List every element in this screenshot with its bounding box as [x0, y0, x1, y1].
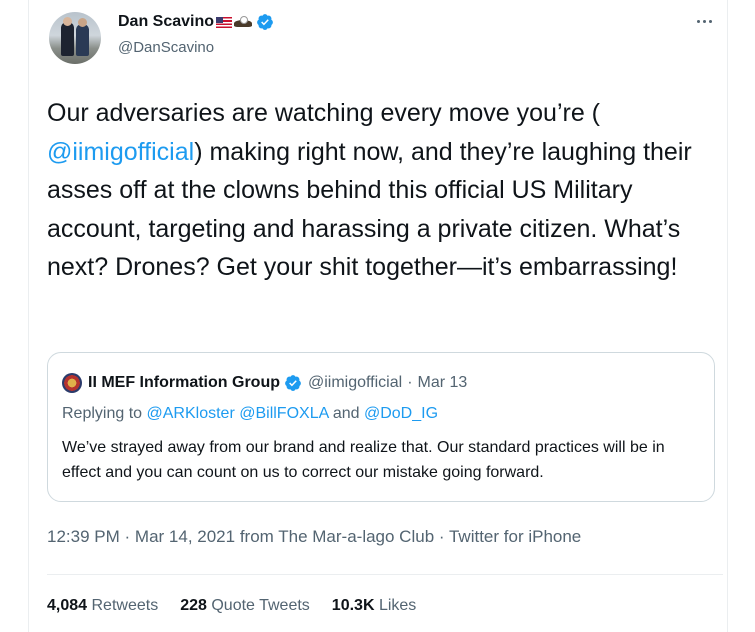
tweet-mention-link[interactable]: @iimigofficial	[47, 138, 194, 166]
tweet-location-link[interactable]: The Mar-a-lago Club	[278, 527, 434, 546]
tweet-card: Dan Scavino @DanScavino Our adversaries …	[28, 0, 728, 632]
reply-mention-billfoxla[interactable]: @BillFOXLA	[239, 405, 328, 422]
quoted-author-name[interactable]: II MEF Information Group	[88, 374, 280, 392]
tweet-time: 12:39 PM	[47, 527, 120, 546]
replying-prefix: Replying to	[62, 405, 143, 422]
quoted-tweet-date[interactable]: Mar 13	[418, 374, 468, 392]
avatar-head-left	[63, 17, 72, 26]
avatar-figure-left	[61, 22, 74, 56]
author-name-row[interactable]: Dan Scavino	[118, 13, 274, 31]
quoted-tweet-text: We’ve strayed away from our brand and re…	[62, 439, 665, 481]
tweet-client-link[interactable]: Twitter for iPhone	[449, 527, 581, 546]
us-flag-icon	[216, 16, 233, 28]
separator-dot: ·	[407, 374, 413, 391]
engagement-stats: 4,084 Retweets 228 Quote Tweets 10.3K Li…	[47, 597, 416, 615]
quote-tweets-stat[interactable]: 228 Quote Tweets	[180, 597, 310, 615]
separator-dot: ·	[438, 527, 445, 546]
avatar-figure-right	[76, 24, 89, 56]
from-text: from	[239, 527, 274, 546]
more-options-icon[interactable]	[693, 12, 715, 30]
quoted-author-handle[interactable]: @iimigofficial	[308, 374, 402, 392]
verified-badge-icon	[285, 375, 301, 391]
separator-dot: ·	[124, 527, 131, 546]
tweet-metadata: 12:39 PM · Mar 14, 2021 from The Mar-a-l…	[47, 527, 581, 547]
quoted-tweet-header: II MEF Information Group @iimigofficial …	[62, 373, 467, 393]
dot	[696, 19, 700, 23]
quote-tweets-label: Quote Tweets	[211, 597, 310, 614]
author-handle[interactable]: @DanScavino	[118, 39, 214, 56]
divider	[47, 574, 723, 575]
retweets-stat[interactable]: 4,084 Retweets	[47, 597, 158, 615]
retweets-label: Retweets	[91, 597, 159, 614]
replying-to: Replying to @ARKloster @BillFOXLA and @D…	[62, 405, 438, 423]
likes-count: 10.3K	[331, 597, 375, 614]
verified-badge-icon	[257, 14, 273, 30]
reply-and: and	[332, 405, 360, 422]
dot	[708, 19, 712, 23]
quoted-author-avatar[interactable]	[62, 373, 82, 393]
likes-label: Likes	[378, 597, 417, 614]
quote-tweets-count: 228	[180, 597, 207, 614]
tweet-text-before: Our adversaries are watching every move …	[47, 99, 601, 127]
tweet-text: Our adversaries are watching every move …	[47, 94, 723, 287]
avatar-head-right	[78, 18, 87, 27]
author-display-name[interactable]: Dan Scavino	[118, 13, 214, 31]
retweets-count: 4,084	[47, 597, 88, 614]
tweet-date: Mar 14, 2021	[134, 527, 236, 546]
author-avatar[interactable]	[49, 12, 101, 64]
reply-mention-dod-ig[interactable]: @DoD_IG	[364, 405, 438, 422]
eagle-icon	[234, 15, 253, 29]
dot	[702, 19, 706, 23]
reply-mention-arkloster[interactable]: @ARKloster	[147, 405, 235, 422]
likes-stat[interactable]: 10.3K Likes	[332, 597, 417, 615]
tweet-timestamp-link[interactable]: 12:39 PM · Mar 14, 2021	[47, 527, 235, 546]
quoted-tweet[interactable]: II MEF Information Group @iimigofficial …	[47, 352, 715, 502]
